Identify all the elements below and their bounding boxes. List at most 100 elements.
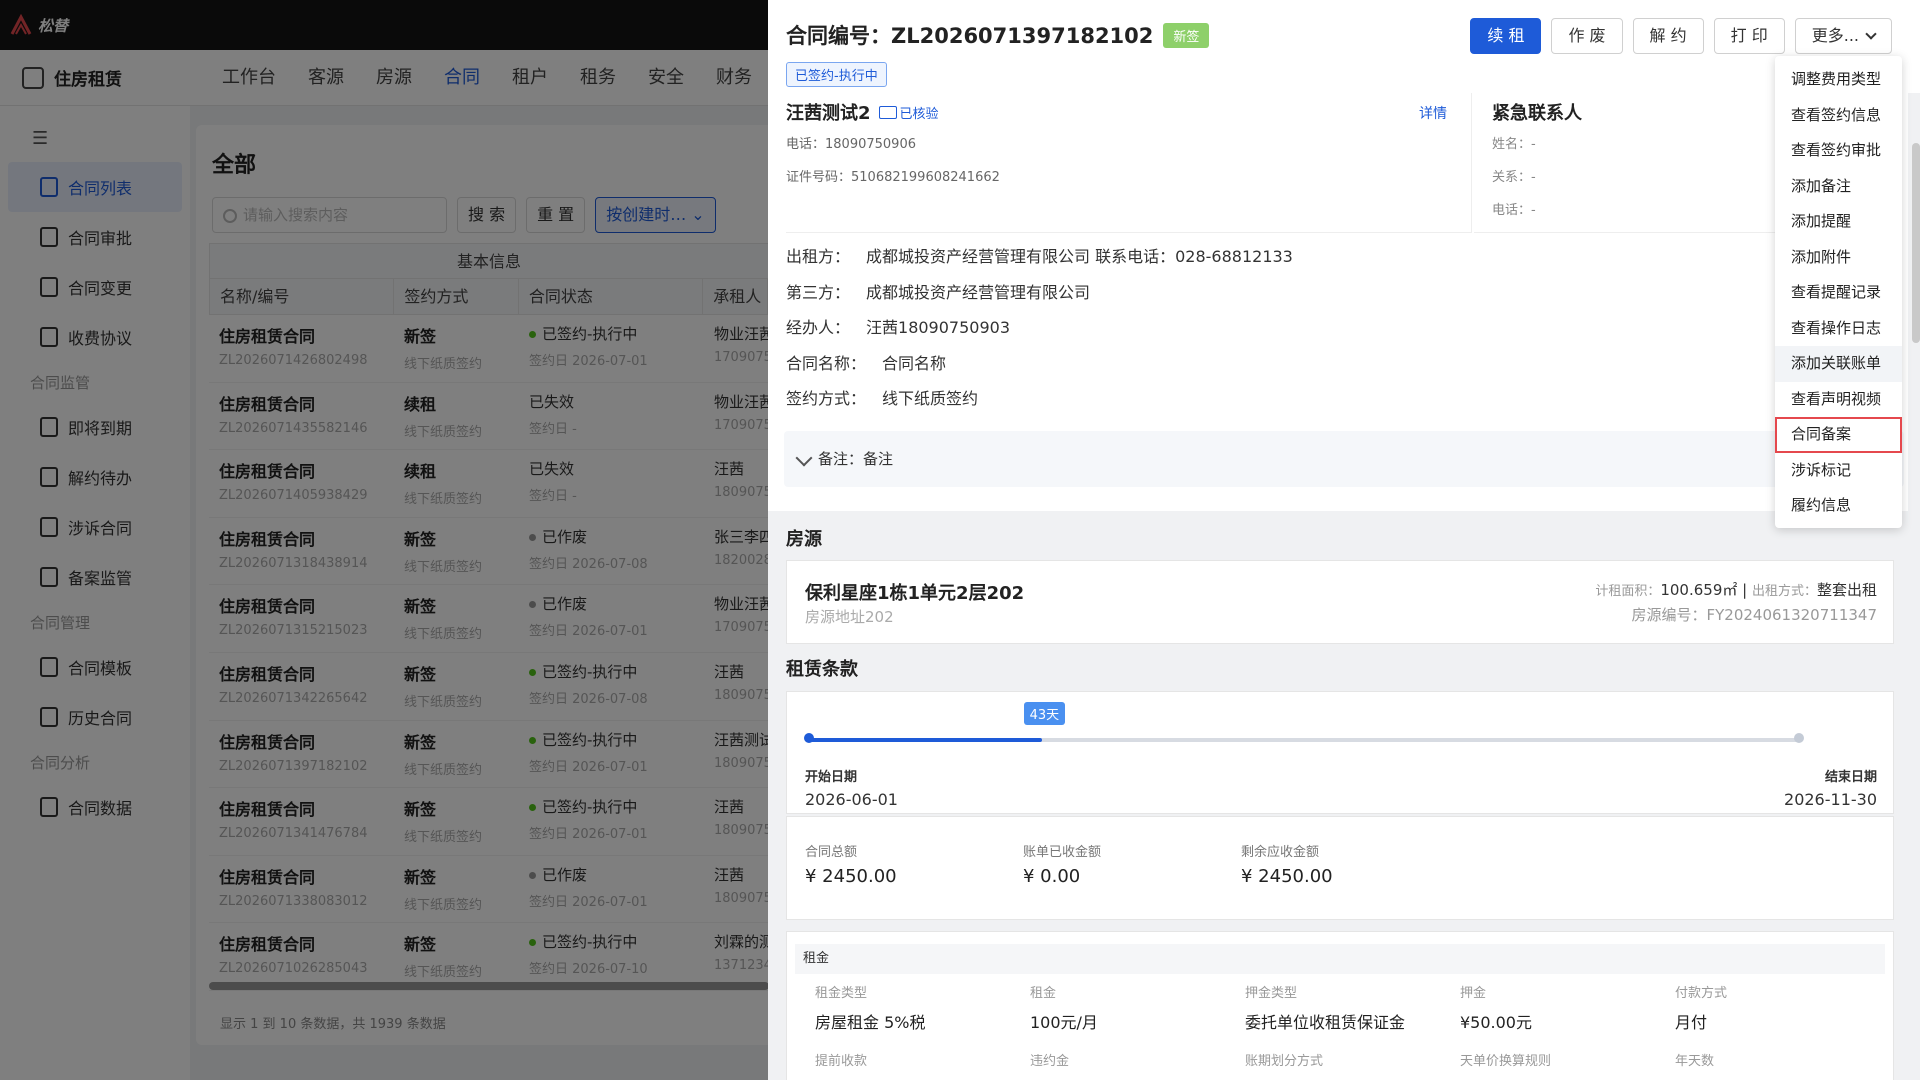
more-dropdown-menu: 调整费用类型 查看签约信息 查看签约审批 添加备注 添加提醒 添加附件 查看提醒记录 查看操作… bbox=[1775, 56, 1902, 528]
info-value: 合同名称 bbox=[882, 353, 947, 373]
void-button[interactable]: 作 废 bbox=[1551, 18, 1623, 54]
rent-amount: 租金 100元/月 bbox=[1030, 982, 1098, 1033]
menu-item-add-linked-bill[interactable]: 添加关联账单 bbox=[1775, 346, 1902, 382]
menu-item-add-attachment[interactable]: 添加附件 bbox=[1775, 240, 1902, 276]
info-value: 成都城投资产经营管理有限公司 bbox=[866, 282, 1091, 302]
rent-type: 租金类型房屋租金 5%税 bbox=[815, 982, 925, 1033]
tenant-detail-link[interactable]: 详情 bbox=[1419, 103, 1447, 123]
info-label: 出租方： bbox=[786, 247, 851, 266]
rent-field-value: 委托单位收租赁保证金 bbox=[1245, 1013, 1406, 1032]
tenant-name-row: 汪茜测试2 已核验 bbox=[786, 99, 939, 125]
menu-item-add-reminder[interactable]: 添加提醒 bbox=[1775, 204, 1902, 240]
amounts-card: 合同总额 ¥ 2450.00 账单已收金额 ¥ 0.00 剩余应收金额 ¥ 2450.… bbox=[786, 816, 1894, 920]
house-address: 房源地址202 bbox=[805, 608, 894, 626]
lease-progress-fill bbox=[809, 738, 1042, 742]
rent-field-value: 月付 bbox=[1675, 1013, 1708, 1032]
end-dot bbox=[1794, 733, 1804, 743]
print-button[interactable]: 打 印 bbox=[1713, 18, 1785, 54]
emergency-contact-title: 紧急联系人 bbox=[1492, 103, 1582, 124]
rent-field-value: 房屋租金 5%税 bbox=[815, 1013, 926, 1032]
vertical-scrollbar[interactable] bbox=[1912, 143, 1920, 343]
received-amount: 账单已收金额 ¥ 0.00 bbox=[1023, 841, 1101, 887]
menu-item-view-sign-approval[interactable]: 查看签约审批 bbox=[1775, 133, 1902, 169]
total-amount: 合同总额 ¥ 2450.00 bbox=[805, 841, 897, 887]
rent-card: 租金 租金类型 房屋租金 5%税 租金 100元/月 押金类型 委托单位收租赁保证金 … bbox=[786, 931, 1894, 1080]
menu-item-contract-filing[interactable]: 合同备案 bbox=[1775, 417, 1902, 453]
mode-value: 整套出租 bbox=[1816, 581, 1877, 599]
menu-item-adjust-fee-type[interactable]: 调整费用类型 bbox=[1775, 62, 1902, 98]
menu-item-performance-info[interactable]: 履约信息 bbox=[1775, 488, 1902, 524]
house-name: 保利星座1栋1单元2层202 bbox=[805, 583, 1025, 604]
menu-item-view-operation-log[interactable]: 查看操作日志 bbox=[1775, 311, 1902, 347]
lease-timeline-card: 43天 开始日期 2026-06-01 结束日期 2026-11-30 bbox=[786, 691, 1894, 814]
rent-field-value: ¥50.00元 bbox=[1460, 1013, 1532, 1032]
verified-label: 已核验 bbox=[899, 106, 939, 122]
rent-field-value: 100元/月 bbox=[1030, 1013, 1098, 1032]
rent-field-label: 年天数 bbox=[1675, 1054, 1715, 1069]
info-label: 合同名称： bbox=[786, 353, 867, 373]
amount-value: ¥ 2450.00 bbox=[1241, 866, 1333, 887]
amount-value: ¥ 0.00 bbox=[1023, 866, 1081, 887]
info-label: 经办人： bbox=[786, 318, 851, 337]
contract-info: 出租方： 成都城投资产经营管理有限公司 联系电话：028-68812133 第三方… bbox=[786, 239, 1293, 417]
rent-field-label: 租金类型 bbox=[815, 986, 868, 1001]
contract-detail-drawer: 合同编号：ZL2026071397182102 新签 已签约-执行中 续 租 作… bbox=[768, 0, 1920, 1080]
renew-button[interactable]: 续 租 bbox=[1470, 18, 1542, 54]
house-section-title: 房源 bbox=[786, 529, 822, 550]
menu-item-view-reminder-records[interactable]: 查看提醒记录 bbox=[1775, 275, 1902, 311]
amount-value: ¥ 2450.00 bbox=[805, 866, 897, 887]
drawer-title: 合同编号：ZL2026071397182102 新签 bbox=[786, 20, 1210, 50]
remaining-amount: 剩余应收金额 ¥ 2450.00 bbox=[1241, 841, 1333, 887]
tenant-info: 汪茜测试2 已核验 详情 电话：18090750906 证件号码：5106821… bbox=[786, 93, 1472, 233]
info-label: 第三方： bbox=[786, 282, 851, 302]
party-card: 汪茜测试2 已核验 详情 电话：18090750906 证件号码：5106821… bbox=[768, 93, 1908, 511]
area-label: 计租面积： bbox=[1595, 584, 1661, 599]
edit-icon bbox=[795, 449, 813, 467]
rent-field-label: 天单价换算规则 bbox=[1460, 1054, 1552, 1069]
more-button-label: 更多... bbox=[1811, 26, 1859, 45]
elapsed-days-badge: 43天 bbox=[1023, 702, 1066, 725]
tenant-phone: 电话：18090750906 bbox=[786, 137, 916, 152]
tenant-name: 汪茜测试2 bbox=[786, 103, 871, 124]
menu-item-litigation-mark[interactable]: 涉诉标记 bbox=[1775, 453, 1902, 489]
verified-badge: 已核验 bbox=[878, 103, 939, 122]
house-card: 保利星座1栋1单元2层202 房源地址202 计租面积：100.659㎡ | 出… bbox=[786, 560, 1894, 644]
info-line-sign-method: 签约方式： 线下纸质签约 bbox=[786, 381, 1293, 417]
info-line-lessor: 出租方： 成都城投资产经营管理有限公司 联系电话：028-68812133 bbox=[786, 239, 1293, 275]
lease-section-title: 租赁条款 bbox=[786, 659, 858, 680]
area-value: 100.659㎡ bbox=[1660, 581, 1738, 599]
amount-label: 账单已收金额 bbox=[1023, 845, 1102, 860]
start-dot bbox=[804, 733, 814, 743]
info-line-handler: 经办人： 汪茜18090750903 bbox=[786, 310, 1293, 346]
emergency-relation: 关系：- bbox=[1492, 170, 1536, 185]
penalty: 违约金 bbox=[1030, 1050, 1069, 1069]
end-date-label: 结束日期 bbox=[1824, 770, 1877, 785]
info-value: 成都城投资产经营管理有限公司 联系电话：028-68812133 bbox=[866, 247, 1293, 266]
days-per-year: 年天数 bbox=[1675, 1050, 1714, 1069]
menu-item-add-remark[interactable]: 添加备注 bbox=[1775, 169, 1902, 205]
start-date-label: 开始日期 bbox=[805, 770, 858, 785]
lease-timeline bbox=[809, 738, 1799, 742]
menu-item-view-statement-video[interactable]: 查看声明视频 bbox=[1775, 382, 1902, 418]
start-date: 2026-06-01 bbox=[805, 790, 898, 809]
info-label: 签约方式： bbox=[786, 389, 867, 408]
terminate-button[interactable]: 解 约 bbox=[1632, 18, 1704, 54]
rent-field-label: 押金类型 bbox=[1245, 986, 1298, 1001]
remark-text: 备注：备注 bbox=[818, 450, 894, 468]
tenant-id-number: 证件号码：510682199608241662 bbox=[786, 170, 1000, 185]
rent-field-label: 押金 bbox=[1460, 986, 1487, 1001]
menu-item-view-sign-info[interactable]: 查看签约信息 bbox=[1775, 98, 1902, 134]
rent-field-label: 账期划分方式 bbox=[1245, 1054, 1324, 1069]
contract-number: 合同编号：ZL2026071397182102 bbox=[786, 24, 1154, 48]
more-button[interactable]: 更多... bbox=[1794, 18, 1892, 54]
type-badge: 新签 bbox=[1163, 22, 1210, 48]
daily-price-rule: 天单价换算规则 bbox=[1460, 1050, 1551, 1069]
status-badge: 已签约-执行中 bbox=[786, 62, 887, 87]
chevron-down-icon bbox=[1865, 28, 1877, 40]
info-value: 汪茜18090750903 bbox=[866, 318, 1010, 337]
rent-field-label: 违约金 bbox=[1030, 1054, 1070, 1069]
remark-box[interactable]: 备注：备注 bbox=[784, 431, 1904, 487]
rent-field-label: 提前收款 bbox=[815, 1054, 868, 1069]
rent-field-label: 租金 bbox=[1030, 986, 1057, 1001]
id-card-icon bbox=[878, 105, 897, 119]
